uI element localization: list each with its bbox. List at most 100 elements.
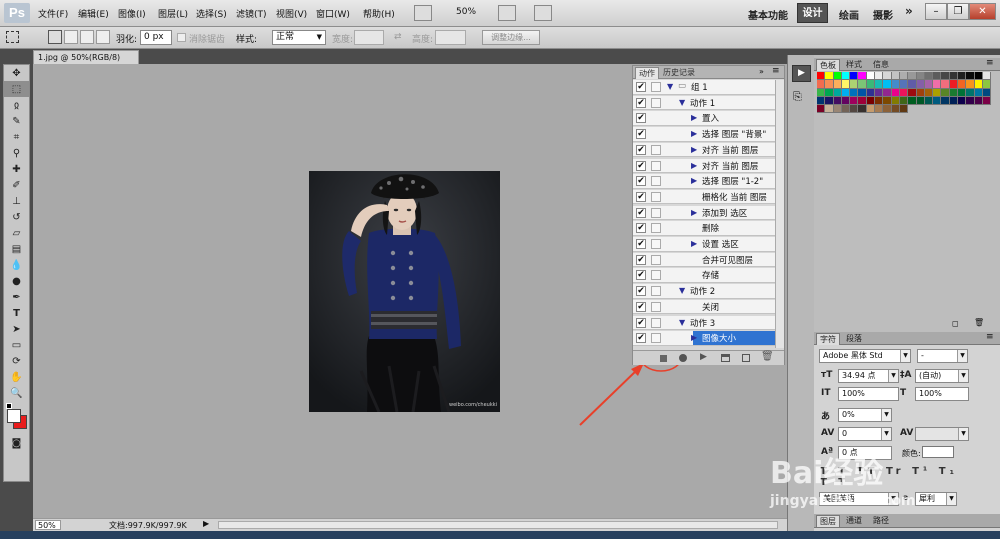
swatch[interactable] [858,96,867,106]
delete-swatch-icon[interactable]: 🗑 [974,318,984,327]
toggle-item-checkbox[interactable]: ✔ [636,82,646,92]
toggle-item-checkbox[interactable]: ✔ [636,191,646,202]
swatch[interactable] [941,88,950,97]
history-panel-icon[interactable]: ⎘ [793,90,802,104]
swatch[interactable] [875,105,884,114]
tab-swatches[interactable]: 色板 [816,59,840,71]
swatch[interactable] [891,72,900,81]
swatch[interactable] [899,96,909,106]
workspace-essentials[interactable]: 基本功能 [748,7,788,22]
tab-channels[interactable]: 通道 [843,515,865,527]
swatch[interactable] [817,72,826,81]
swatch[interactable] [966,96,975,106]
swatch[interactable] [916,72,925,81]
screen-mode-icon[interactable] [414,5,432,21]
menu-edit[interactable]: 编辑(E) [78,7,109,20]
action-row[interactable]: ✔ 合并可见图层 [633,252,784,268]
swatch[interactable] [941,80,950,89]
collapse-icon[interactable]: » [759,67,764,76]
action-row[interactable]: ✔ ▶ 选择 图层 "背景" [633,127,784,142]
action-row[interactable]: ✔ ▶ 置入 [633,111,784,126]
swatch[interactable] [833,105,842,114]
toggle-item-checkbox[interactable]: ✔ [636,97,646,108]
swatch[interactable] [833,72,842,81]
font-style-select[interactable]: - ▼ [917,349,968,363]
expand-right-icon[interactable]: ▶ [691,145,697,154]
new-action-icon[interactable] [742,354,750,362]
swatch[interactable] [841,105,851,114]
swatch[interactable] [982,96,992,106]
swatch[interactable] [850,96,859,106]
brush-tool-icon[interactable]: ✐ [4,177,29,193]
swatch[interactable] [958,88,967,97]
menu-filter[interactable]: 滤镜(T) [236,7,267,20]
dialog-toggle[interactable] [651,239,661,249]
swatch[interactable] [866,88,876,97]
quick-select-tool-icon[interactable]: ✎ [4,113,29,129]
feather-input[interactable]: 0 px [140,30,172,45]
swatch[interactable] [858,105,867,114]
menu-select[interactable]: 选择(S) [196,7,227,20]
action-row[interactable]: ✔ 存储 [633,268,784,283]
toggle-item-checkbox[interactable]: ✔ [636,207,646,218]
workspace-painting[interactable]: 绘画 [839,7,859,22]
document-photo[interactable]: weibo.com/cheukki [309,171,500,412]
quick-mask-icon[interactable]: ◙ [4,435,29,451]
height-input[interactable] [435,30,466,45]
foreground-color[interactable] [7,409,21,423]
swatch[interactable] [833,88,842,97]
menu-layer[interactable]: 图层(L) [158,7,188,20]
subtract-selection-icon[interactable] [80,30,94,44]
expand-down-icon[interactable]: ▼ [667,82,673,91]
toggle-item-checkbox[interactable]: ✔ [636,144,646,155]
dialog-toggle[interactable] [651,223,661,234]
swatch[interactable] [982,80,992,89]
toggle-item-checkbox[interactable]: ✔ [636,223,646,234]
width-input[interactable] [354,30,384,45]
workspace-photography[interactable]: 摄影 [873,7,893,22]
horizontal-scrollbar[interactable] [218,521,778,529]
swatch[interactable] [825,105,834,114]
antialias-select[interactable]: 犀利 ▼ [915,492,957,506]
hand-tool-icon[interactable]: ✋ [4,369,29,385]
tab-history[interactable]: 历史记录 [660,67,698,79]
vertical-scale-input[interactable]: 100% [838,387,899,401]
swatch[interactable] [858,72,867,81]
refine-edge-button[interactable]: 调整边缘... [482,30,540,45]
history-brush-icon[interactable]: ↺ [4,209,29,225]
swatch[interactable] [933,80,942,89]
new-selection-icon[interactable] [48,30,62,44]
swatch[interactable] [974,80,983,89]
tab-paragraph[interactable]: 段落 [843,333,865,345]
swatch[interactable] [850,72,859,81]
swatch[interactable] [891,80,900,89]
swatch[interactable] [875,72,884,81]
expand-down-icon[interactable]: ▼ [679,318,685,327]
menu-image[interactable]: 图像(I) [118,7,146,20]
swatch[interactable] [850,88,859,97]
eyedropper-tool-icon[interactable]: ⚲ [4,145,29,161]
dialog-toggle[interactable] [651,160,661,171]
swatch[interactable] [850,105,859,114]
swatch[interactable] [825,88,834,97]
swatch[interactable] [817,88,826,97]
new-swatch-icon[interactable]: ◻ [952,319,959,328]
add-selection-icon[interactable] [64,30,78,44]
swatch[interactable] [833,80,842,89]
tab-styles[interactable]: 样式 [843,59,865,71]
antialias-checkbox[interactable] [177,33,186,42]
swatch[interactable] [817,96,826,106]
swatch[interactable] [941,96,950,106]
swatch[interactable] [949,96,959,106]
swatch[interactable] [875,96,884,106]
move-tool-icon[interactable]: ✥ [4,65,29,81]
marquee-preset-icon[interactable] [6,31,19,43]
swatch-grid[interactable] [817,72,993,134]
swatch[interactable] [841,72,851,81]
dialog-toggle[interactable] [651,333,661,344]
swatch[interactable] [891,88,900,97]
tab-actions[interactable]: 动作 [635,67,659,79]
swatch[interactable] [908,72,917,81]
pen-tool-icon[interactable]: ✒ [4,289,29,305]
crop-tool-icon[interactable]: ⌗ [4,129,29,145]
